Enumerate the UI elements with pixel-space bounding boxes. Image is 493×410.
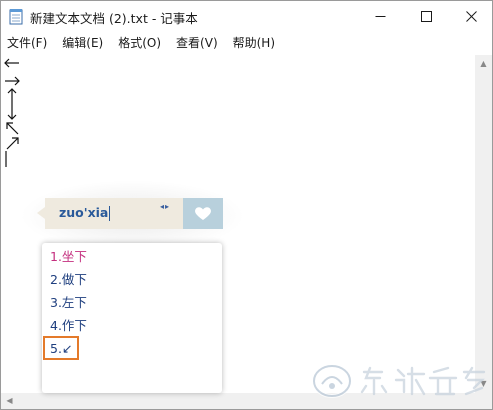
ime-candidate-list: 1.坐下 2.做下 3.左下 4.作下 5.↙: [42, 243, 222, 393]
close-icon: [465, 10, 477, 22]
window-title: 新建文本文档 (2).txt - 记事本: [30, 11, 198, 26]
ime-page-arrows[interactable]: ◂▸: [160, 202, 170, 211]
ime-pointer: [37, 207, 45, 219]
maximize-button[interactable]: [404, 1, 448, 31]
menu-file[interactable]: 文件(F): [1, 34, 55, 52]
menu-bar: 文件(F) 编辑(E) 格式(O) 查看(V) 帮助(H): [1, 33, 492, 53]
candidate-item[interactable]: 4.作下: [50, 318, 87, 334]
menu-view[interactable]: 查看(V): [169, 34, 226, 52]
menu-help[interactable]: 帮助(H): [226, 34, 283, 52]
close-button[interactable]: [449, 1, 492, 31]
ime-skin-button[interactable]: [183, 198, 223, 229]
watermark-logo: [312, 364, 486, 398]
scroll-left-icon[interactable]: ◀: [1, 396, 18, 405]
notepad-icon: [9, 9, 23, 25]
menu-format[interactable]: 格式(O): [111, 34, 169, 52]
ime-input-area: zuo'xia ◂▸: [45, 198, 183, 229]
heart-icon: [195, 207, 211, 220]
ime-caret: [109, 206, 111, 221]
candidate-item[interactable]: 5.↙: [50, 341, 72, 357]
candidate-item[interactable]: 1.坐下: [50, 249, 87, 265]
minimize-button[interactable]: [358, 1, 402, 31]
scroll-up-icon[interactable]: ▲: [475, 59, 492, 68]
ime-composition-bar: zuo'xia ◂▸: [37, 198, 223, 229]
candidate-item[interactable]: 2.做下: [50, 272, 87, 288]
title-bar[interactable]: 新建文本文档 (2).txt - 记事本: [1, 1, 492, 33]
menu-edit[interactable]: 编辑(E): [55, 34, 111, 52]
vertical-scrollbar[interactable]: ▲ ▼: [475, 55, 492, 393]
candidate-item[interactable]: 3.左下: [50, 295, 87, 311]
minimize-icon: [375, 15, 385, 17]
ime-composition-text: zuo'xia: [59, 205, 111, 221]
editor-arrow-symbols: [4, 58, 20, 167]
ime-pinyin: zuo'xia: [59, 205, 109, 220]
maximize-icon: [420, 10, 432, 22]
